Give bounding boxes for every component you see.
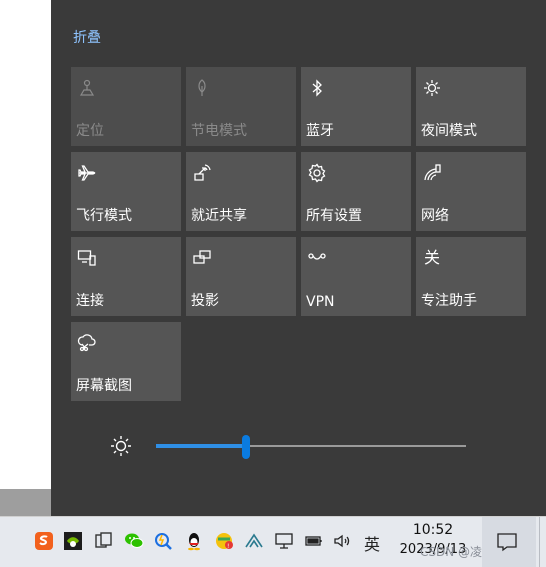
brightness-icon bbox=[111, 436, 131, 456]
gear-icon bbox=[306, 162, 328, 184]
tile-all-settings[interactable]: 所有设置 bbox=[301, 152, 411, 231]
tile-connect[interactable]: 连接 bbox=[71, 237, 181, 316]
browser-app-icon[interactable]: ! bbox=[214, 531, 234, 551]
brightness-slider-fill bbox=[156, 444, 246, 448]
background-window-footer bbox=[0, 489, 51, 516]
input-language-indicator[interactable]: 英 bbox=[364, 531, 380, 555]
brightness-slider-thumb[interactable] bbox=[242, 435, 250, 459]
tile-night-light[interactable]: 夜间模式 bbox=[416, 67, 526, 146]
project-icon bbox=[191, 247, 213, 269]
airplane-icon bbox=[76, 162, 98, 184]
background-window bbox=[0, 0, 52, 489]
volume-icon[interactable] bbox=[333, 531, 353, 551]
location-icon bbox=[76, 77, 98, 99]
lightning-app-icon[interactable] bbox=[153, 531, 173, 551]
tile-nearby-share[interactable]: 就近共享 bbox=[186, 152, 296, 231]
brightness-slider[interactable] bbox=[156, 435, 466, 459]
tile-screen-snip[interactable]: 屏幕截图 bbox=[71, 322, 181, 401]
tile-label: 投影 bbox=[191, 293, 219, 309]
clock-time: 10:52 bbox=[412, 522, 454, 538]
network-icon bbox=[421, 162, 443, 184]
tile-label: 连接 bbox=[76, 293, 104, 309]
tile-label: 就近共享 bbox=[191, 208, 247, 224]
tile-label: 节电模式 bbox=[191, 123, 247, 139]
tile-project[interactable]: 投影 bbox=[186, 237, 296, 316]
tile-label: 专注助手 bbox=[421, 293, 477, 309]
brightness-control bbox=[109, 425, 469, 465]
action-center-panel: 折叠 定位 节电模式 蓝牙 夜间模式 飞行模式 就近共享 所有设置 网络 连接 … bbox=[51, 0, 546, 516]
taskbar: ! 英 10:52 2023/9/13 CSDN @凌康ACG bbox=[0, 516, 546, 567]
screen-snip-icon bbox=[76, 332, 98, 354]
cloud-app-icon[interactable] bbox=[244, 531, 264, 551]
tile-label: 屏幕截图 bbox=[76, 378, 132, 394]
tile-label: 定位 bbox=[76, 123, 104, 139]
tile-vpn[interactable]: VPN bbox=[301, 237, 411, 316]
tile-label: 网络 bbox=[421, 208, 449, 224]
notification-icon bbox=[497, 533, 517, 552]
tile-label: 蓝牙 bbox=[306, 123, 334, 139]
display-icon[interactable] bbox=[274, 531, 294, 551]
wechat-icon[interactable] bbox=[124, 531, 144, 551]
tile-label: 飞行模式 bbox=[76, 208, 132, 224]
qq-icon[interactable] bbox=[184, 531, 204, 551]
bluetooth-icon bbox=[306, 77, 328, 99]
svg-text:!: ! bbox=[227, 543, 229, 550]
battery-saver-icon bbox=[191, 77, 213, 99]
tile-focus-assist[interactable]: 关 专注助手 bbox=[416, 237, 526, 316]
battery-icon[interactable] bbox=[304, 531, 324, 551]
tile-network[interactable]: 网络 bbox=[416, 152, 526, 231]
vpn-icon bbox=[306, 247, 328, 269]
connect-icon bbox=[76, 247, 98, 269]
tile-label: VPN bbox=[306, 294, 335, 310]
task-view-icon[interactable] bbox=[94, 531, 114, 551]
tile-bluetooth[interactable]: 蓝牙 bbox=[301, 67, 411, 146]
notification-center-button[interactable] bbox=[482, 517, 536, 567]
collapse-link[interactable]: 折叠 bbox=[73, 27, 101, 47]
nearby-share-icon bbox=[191, 162, 213, 184]
nvidia-icon[interactable] bbox=[63, 531, 83, 551]
tile-label: 所有设置 bbox=[306, 208, 362, 224]
tile-battery-saver[interactable]: 节电模式 bbox=[186, 67, 296, 146]
tile-location[interactable]: 定位 bbox=[71, 67, 181, 146]
tile-label: 夜间模式 bbox=[421, 123, 477, 139]
focus-assist-icon: 关 bbox=[423, 248, 440, 267]
night-light-icon bbox=[421, 77, 443, 99]
sogou-input-icon[interactable] bbox=[34, 531, 54, 551]
show-desktop-button[interactable] bbox=[539, 517, 546, 567]
tile-airplane-mode[interactable]: 飞行模式 bbox=[71, 152, 181, 231]
